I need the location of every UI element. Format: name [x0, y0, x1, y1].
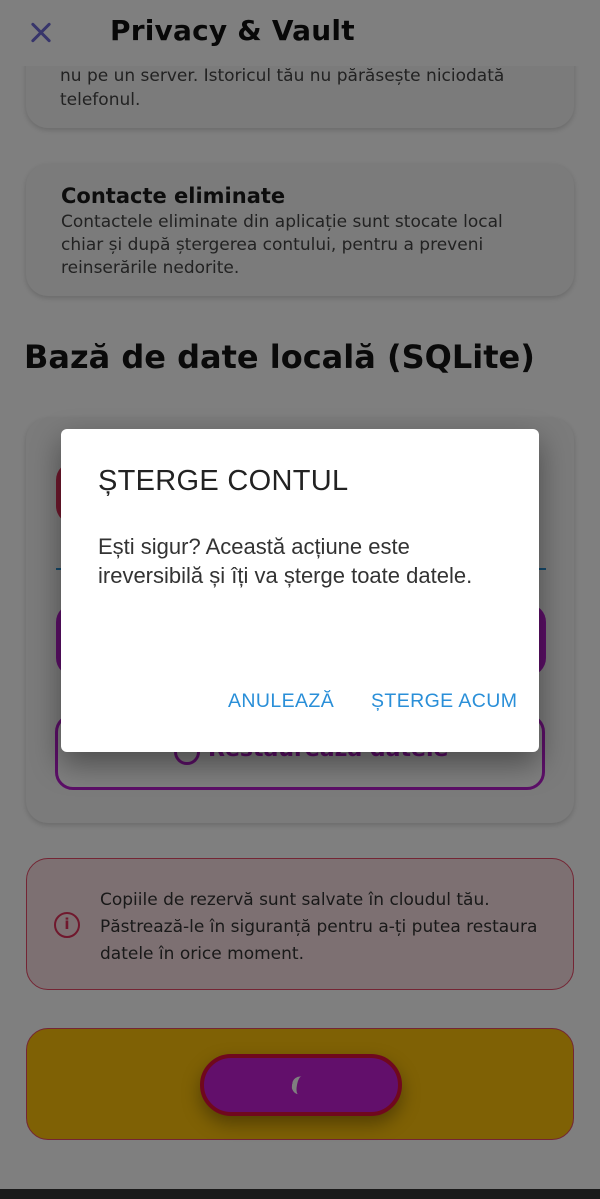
dialog-title: ȘTERGE CONTUL: [98, 465, 349, 497]
cancel-button[interactable]: ANULEAZĂ: [228, 690, 334, 713]
privacy-vault-screen: Privacy & Vault nu pe un server. Istoric…: [0, 0, 600, 1189]
dialog-message: Ești sigur? Această acțiune este irevers…: [98, 534, 473, 588]
system-nav-bar: [0, 1189, 600, 1199]
delete-now-button[interactable]: ȘTERGE ACUM: [371, 690, 517, 713]
delete-account-dialog: ȘTERGE CONTUL Ești sigur? Această acțiun…: [61, 429, 539, 752]
